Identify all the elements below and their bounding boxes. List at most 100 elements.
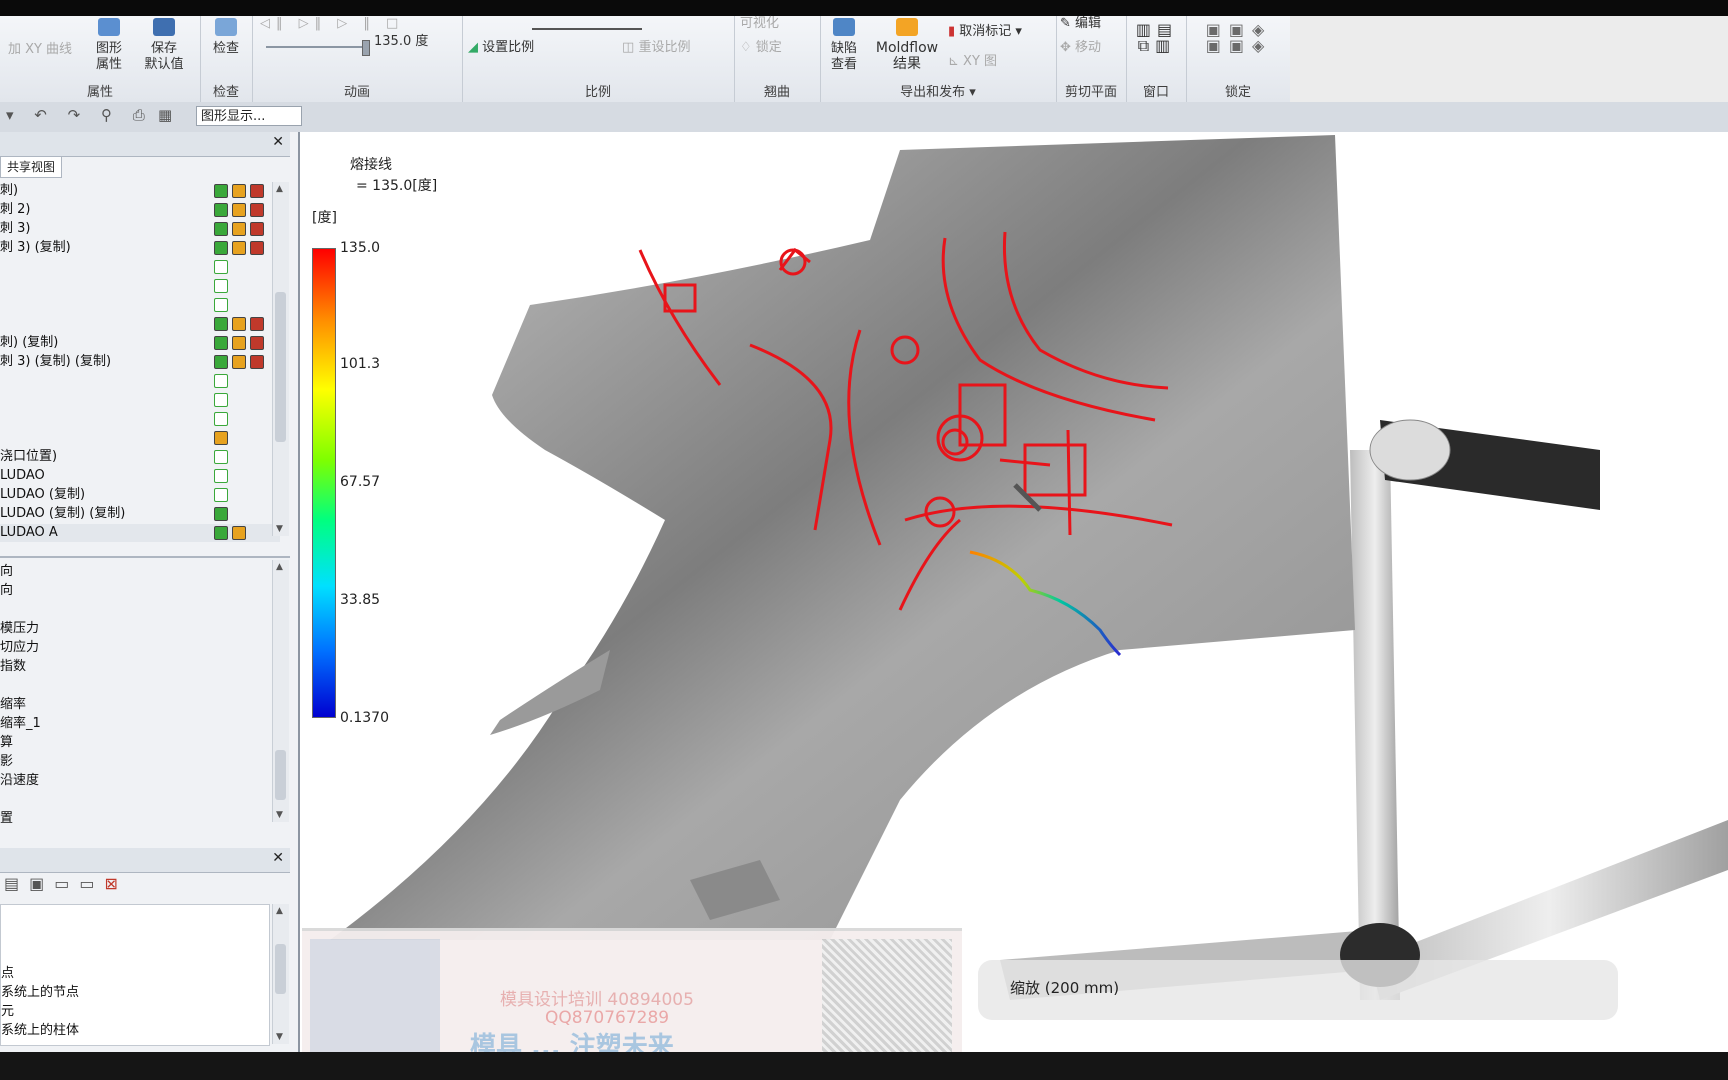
- unmark-button[interactable]: ▮ 取消标记 ▾: [948, 24, 1054, 40]
- animation-slider[interactable]: [266, 46, 366, 48]
- scale-slider[interactable]: [532, 16, 642, 30]
- result-item[interactable]: 算: [0, 731, 13, 750]
- animation-controls[interactable]: ◁‖ ▷‖ ▷ ‖ □: [260, 16, 460, 32]
- layer-visible-checkbox[interactable]: [214, 298, 228, 312]
- layers-scrollbar[interactable]: ▲ ▼: [272, 182, 289, 536]
- edit-clip-plane-button[interactable]: ✎ 编辑: [1060, 16, 1124, 32]
- layer-visible-checkbox[interactable]: [214, 184, 228, 198]
- layer-visible-checkbox[interactable]: [214, 393, 228, 407]
- layer-visible-checkbox[interactable]: [214, 469, 228, 483]
- layer-item[interactable]: [0, 391, 280, 409]
- scroll-up-icon[interactable]: ▲: [276, 906, 283, 916]
- scroll-up-icon[interactable]: ▲: [276, 562, 283, 572]
- entity-item[interactable]: 系统上的节点: [1, 981, 79, 1000]
- scroll-down-icon[interactable]: ▼: [276, 1032, 283, 1042]
- layer-visible-checkbox[interactable]: [214, 260, 228, 274]
- save-defaults-button[interactable]: 保存 默认值: [138, 18, 190, 73]
- result-item[interactable]: 切应力: [0, 636, 39, 655]
- result-item[interactable]: 向: [0, 579, 13, 598]
- visualize-button[interactable]: 可视化: [740, 16, 816, 32]
- inspect-button[interactable]: 检查: [204, 18, 248, 57]
- layer-item[interactable]: [0, 429, 280, 447]
- layer-visible-checkbox[interactable]: [214, 526, 228, 540]
- layer-lock-checkbox[interactable]: [250, 241, 264, 255]
- entity-item[interactable]: 系统上的柱体: [1, 1019, 79, 1038]
- layer-edit-checkbox[interactable]: [232, 184, 246, 198]
- tab-shared-views[interactable]: 共享视图: [0, 156, 62, 178]
- scroll-down-icon[interactable]: ▼: [276, 810, 283, 820]
- defect-view-button[interactable]: 缺陷 查看: [824, 18, 864, 73]
- layer-edit-checkbox[interactable]: [232, 317, 246, 331]
- layer-visible-checkbox[interactable]: [214, 222, 228, 236]
- layer-edit-checkbox[interactable]: [232, 203, 246, 217]
- entity-item[interactable]: 元: [1, 1000, 14, 1019]
- layer-lock-checkbox[interactable]: [250, 184, 264, 198]
- layer-item[interactable]: LUDAO (复制): [0, 486, 280, 504]
- layer-visible-checkbox[interactable]: [214, 241, 228, 255]
- layer-lock-checkbox[interactable]: [250, 222, 264, 236]
- layer-edit-checkbox[interactable]: [232, 222, 246, 236]
- display-icon[interactable]: ▦: [158, 106, 172, 124]
- layer-item[interactable]: [0, 258, 280, 276]
- result-item[interactable]: 向: [0, 560, 13, 579]
- layer-visible-checkbox[interactable]: [214, 203, 228, 217]
- close-icon[interactable]: ✕: [272, 850, 284, 866]
- scroll-up-icon[interactable]: ▲: [276, 184, 283, 194]
- layer-visible-checkbox[interactable]: [214, 431, 228, 445]
- result-item[interactable]: 指数: [0, 655, 26, 674]
- layer-item[interactable]: [0, 410, 280, 428]
- layer-visible-checkbox[interactable]: [214, 488, 228, 502]
- quick-access-icons[interactable]: ▾ ↶ ↷ ⚲ ⎙: [6, 106, 153, 124]
- layer-edit-checkbox[interactable]: [232, 336, 246, 350]
- layer-edit-checkbox[interactable]: [232, 526, 246, 540]
- plot-display-combo[interactable]: 图形显示...: [196, 106, 302, 126]
- layer-item[interactable]: LUDAO (复制) (复制): [0, 505, 280, 523]
- layer-visible-checkbox[interactable]: [214, 374, 228, 388]
- model-viewport[interactable]: [300, 132, 1728, 1052]
- bottom-panel-toolbar[interactable]: ▤▣▭▭⊠: [4, 874, 128, 893]
- lock-buttons[interactable]: ▣▣◈ ▣▣◈: [1192, 22, 1286, 54]
- xy-plot-button[interactable]: ⊾ XY 图: [948, 54, 1054, 70]
- layer-lock-checkbox[interactable]: [250, 203, 264, 217]
- result-item[interactable]: 缩率_1: [0, 712, 41, 731]
- entity-scrollbar[interactable]: ▲ ▼: [272, 904, 289, 1044]
- scroll-thumb[interactable]: [275, 292, 286, 442]
- result-item[interactable]: 影: [0, 750, 13, 769]
- lock-warp-button[interactable]: ♢ 锁定: [740, 40, 816, 56]
- result-item[interactable]: 置: [0, 807, 13, 826]
- layer-lock-checkbox[interactable]: [250, 336, 264, 350]
- result-item[interactable]: 缩率: [0, 693, 26, 712]
- layer-item[interactable]: [0, 296, 280, 314]
- results-scrollbar[interactable]: ▲ ▼: [272, 560, 289, 822]
- delete-icon[interactable]: ⊠: [104, 874, 127, 893]
- window-layout-buttons[interactable]: ▥▤ ⧉▥: [1132, 22, 1182, 54]
- layer-item[interactable]: [0, 372, 280, 390]
- result-item[interactable]: 沿速度: [0, 769, 39, 788]
- layer-visible-checkbox[interactable]: [214, 450, 228, 464]
- layer-item[interactable]: LUDAO: [0, 467, 280, 485]
- set-scale-button[interactable]: ◢ 设置比例: [468, 40, 578, 56]
- layer-visible-checkbox[interactable]: [214, 279, 228, 293]
- layer-lock-checkbox[interactable]: [250, 355, 264, 369]
- layer-visible-checkbox[interactable]: [214, 412, 228, 426]
- animation-slider-thumb[interactable]: [362, 40, 370, 56]
- move-clip-plane-button[interactable]: ✥ 移动: [1060, 40, 1124, 56]
- layer-item[interactable]: [0, 277, 280, 295]
- scroll-thumb[interactable]: [275, 750, 286, 800]
- layer-edit-checkbox[interactable]: [232, 241, 246, 255]
- reset-scale-button[interactable]: ◫ 重设比例: [622, 40, 722, 56]
- plot-properties-button[interactable]: 图形 属性: [86, 18, 132, 73]
- layer-lock-checkbox[interactable]: [250, 317, 264, 331]
- layer-visible-checkbox[interactable]: [214, 317, 228, 331]
- result-item[interactable]: 模压力: [0, 617, 39, 636]
- layer-item[interactable]: 浇口位置): [0, 448, 280, 466]
- entity-item[interactable]: 点: [1, 962, 14, 981]
- layer-visible-checkbox[interactable]: [214, 355, 228, 369]
- moldflow-results-button[interactable]: Moldflow 结果: [870, 18, 944, 72]
- close-icon[interactable]: ✕: [272, 134, 284, 150]
- scroll-down-icon[interactable]: ▼: [276, 524, 283, 534]
- layer-edit-checkbox[interactable]: [232, 355, 246, 369]
- scroll-thumb[interactable]: [275, 944, 286, 994]
- add-xy-curve-button[interactable]: 加 XY 曲线: [0, 42, 80, 58]
- layer-visible-checkbox[interactable]: [214, 507, 228, 521]
